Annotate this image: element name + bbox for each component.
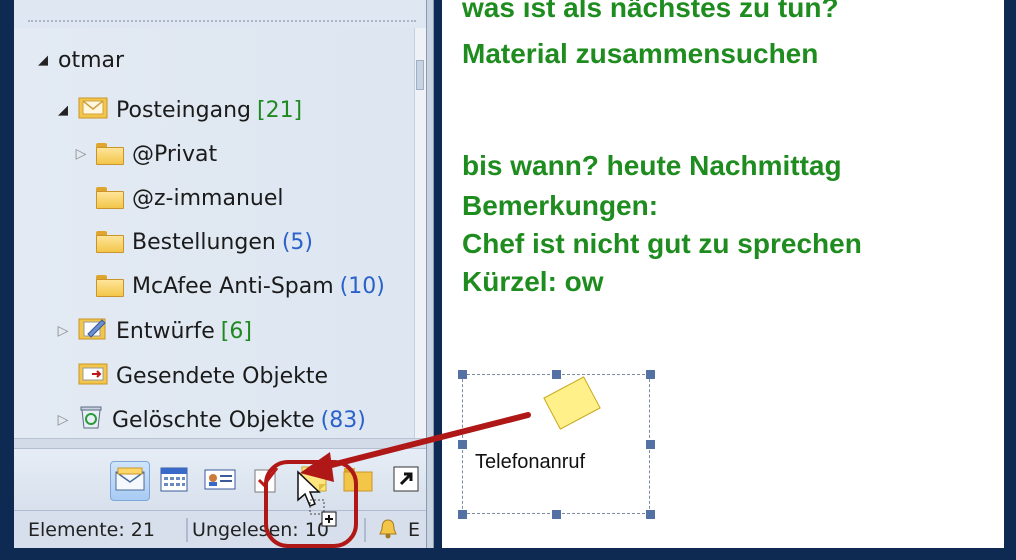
drag-copy-cursor-icon [296, 470, 346, 534]
drag-arrow-annotation [300, 412, 531, 482]
screenshot-frame: ◢ otmar ◢ Posteingang [21] ▷ @Privat @z-… [0, 0, 1016, 560]
